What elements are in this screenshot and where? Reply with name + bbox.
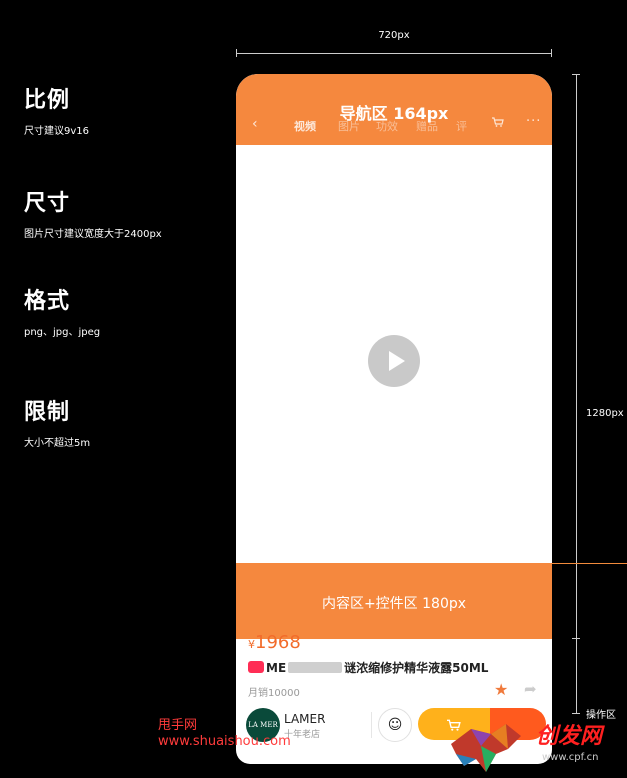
ratio-title: 比例: [24, 88, 71, 113]
watermark-left-name: 甩手网: [158, 718, 198, 733]
watermark-bull-logo: [451, 724, 521, 772]
width-dimension-line: [236, 53, 552, 54]
cart-icon[interactable]: [492, 117, 504, 127]
back-icon[interactable]: ‹: [252, 116, 258, 132]
product-title-suffix: 谜浓缩修护精华液露50ML: [344, 661, 489, 675]
width-dimension-label: 720px: [378, 30, 410, 41]
height-dimension-label: 1280px: [586, 408, 624, 419]
limit-section: 限制 大小不超过5m: [24, 394, 90, 449]
price-symbol: ¥: [248, 638, 255, 651]
format-title: 格式: [24, 289, 71, 314]
height-tick-bottom: [572, 713, 580, 714]
store-divider: [371, 712, 372, 738]
ratio-sub: 尺寸建议9v16: [24, 126, 90, 137]
tmall-badge-icon: [248, 661, 264, 673]
nav-zone: 导航区 164px ‹ 视频 图片 功效 赠品 评 ···: [236, 74, 552, 145]
height-dimension-line: [576, 74, 577, 714]
price-value: 1968: [255, 632, 301, 653]
tab-video[interactable]: 视频: [294, 118, 316, 134]
height-tick-top: [572, 74, 580, 75]
format-sub: png、jpg、jpeg: [24, 327, 101, 338]
watermark-right-name: 创发网: [536, 724, 603, 749]
width-tick-right: [551, 49, 552, 57]
ratio-section: 比例 尺寸建议9v16: [24, 82, 89, 137]
tab-images[interactable]: 图片: [338, 118, 360, 134]
store-name[interactable]: LAMER: [284, 712, 325, 726]
format-section: 格式 png、jpg、jpeg: [24, 283, 100, 338]
size-sub: 图片尺寸建议宽度大于2400px: [24, 229, 162, 240]
tab-gifts[interactable]: 赠品: [416, 118, 438, 134]
nav-row: ‹ 视频 图片 功效 赠品 评 ···: [236, 114, 552, 134]
content-zone: 内容区+控件区 180px: [236, 563, 552, 639]
phone-mockup: 导航区 164px ‹ 视频 图片 功效 赠品 评 ··· 内容区+控件区 18…: [236, 74, 552, 764]
customer-service-icon[interactable]: ☺: [378, 708, 412, 742]
share-icon[interactable]: ➦: [524, 680, 537, 698]
height-tick-mid: [572, 638, 580, 639]
watermark-left-url: www.shuaishou.com: [158, 734, 291, 749]
limit-sub: 大小不超过5m: [24, 438, 91, 449]
tab-reviews[interactable]: 评: [456, 118, 467, 134]
content-zone-label: 内容区+控件区 180px: [321, 596, 467, 612]
tab-effects[interactable]: 功效: [376, 118, 398, 134]
product-price: ¥1968: [248, 632, 301, 653]
watermark-right-url: www.cpf.cn: [542, 752, 599, 763]
play-icon[interactable]: [368, 335, 420, 387]
size-section: 尺寸 图片尺寸建议宽度大于2400px: [24, 185, 162, 240]
product-title-prefix: ME: [266, 661, 287, 675]
content-zone-guide-line: [552, 563, 627, 564]
more-icon[interactable]: ···: [526, 114, 541, 129]
size-title: 尺寸: [24, 191, 71, 216]
blurred-text: [288, 662, 343, 673]
limit-title: 限制: [24, 400, 71, 425]
monthly-sales: 月销10000: [248, 688, 300, 699]
product-title: ME 谜浓缩修护精华液露50ML: [248, 659, 488, 676]
favorite-star-icon[interactable]: ★: [494, 680, 508, 699]
width-tick-left: [236, 49, 237, 57]
